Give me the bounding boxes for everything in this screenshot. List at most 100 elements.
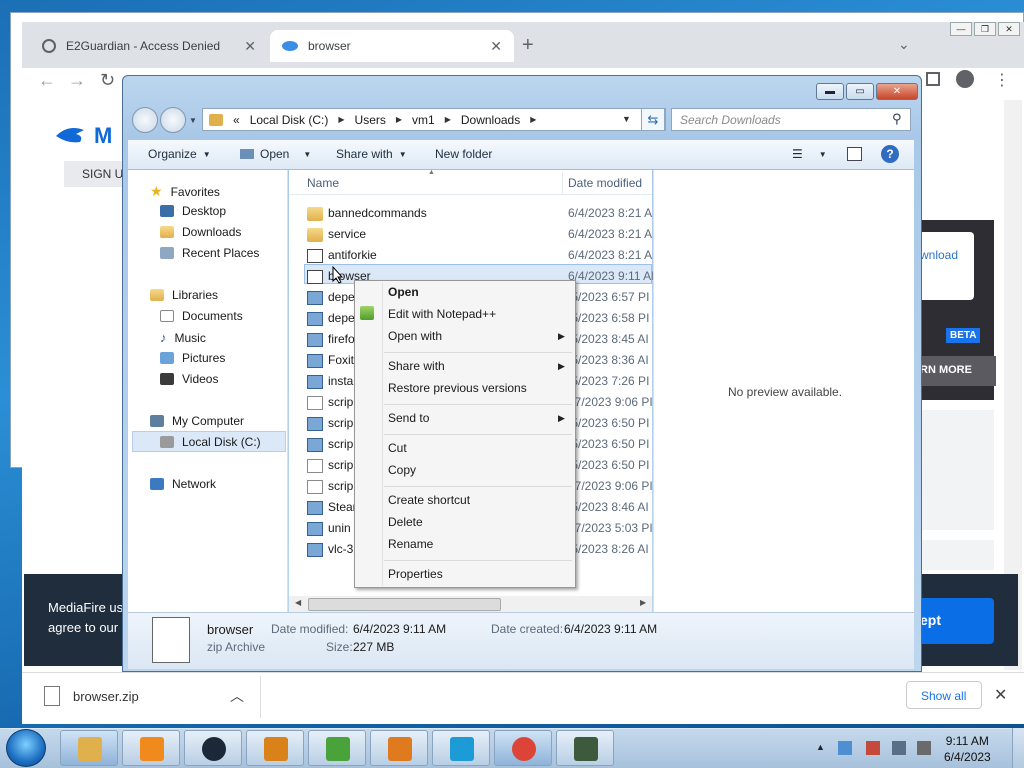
clock[interactable]: 9:11 AM 6/4/2023 [944,733,991,765]
help-icon[interactable]: ? [881,145,899,163]
nav-documents[interactable]: Documents [160,309,243,323]
maximize-icon[interactable]: ▭ [846,83,874,100]
new-folder-button[interactable]: New folder [435,147,492,161]
security-alert-icon[interactable] [866,741,880,755]
file-row-name[interactable]: scrip [328,395,353,409]
file-row-name[interactable]: scrip [328,437,353,451]
menu-item-edit-notepad[interactable]: Edit with Notepad++ [388,307,496,321]
menu-item-send-to[interactable]: Send to [388,411,429,425]
action-center-icon[interactable] [838,741,852,755]
learn-more-button[interactable]: RN MORE [918,356,996,386]
forward-icon[interactable]: → [68,70,86,91]
view-options-button[interactable]: ☰ ▼ [792,147,827,161]
nav-local-disk[interactable]: Local Disk (C:) [160,435,261,449]
download-item[interactable]: browser.zip [73,689,139,704]
breadcrumb-item[interactable]: Downloads ▶ [461,113,537,127]
chevron-right-icon[interactable]: ▶ [530,115,536,124]
tab-access-denied[interactable]: E2Guardian - Access Denied ✕ [30,30,268,62]
file-row-name[interactable]: insta [328,374,353,388]
file-row-name[interactable]: Foxit [328,353,354,367]
chevron-down-icon[interactable]: ▼ [622,114,631,124]
new-tab-button[interactable]: + [522,34,534,57]
recent-pages-icon[interactable]: ▼ [189,116,197,125]
share-with-button[interactable]: Share with ▼ [336,147,407,161]
menu-item-cut[interactable]: Cut [388,441,407,455]
scroll-right-icon[interactable]: ▶ [640,598,646,607]
sidebar-icon[interactable] [926,72,940,86]
column-name[interactable]: Name [307,176,339,190]
nav-recent-places[interactable]: Recent Places [160,246,259,260]
accept-button[interactable]: ept [918,598,994,644]
close-icon[interactable]: ✕ [998,22,1020,36]
menu-item-rename[interactable]: Rename [388,537,433,551]
file-row-name[interactable]: depe [328,290,355,304]
volume-icon[interactable] [917,741,931,755]
nav-music[interactable]: ♪ Music [160,330,206,345]
minimize-icon[interactable]: ▬ [816,83,844,100]
show-all-button[interactable]: Show all [906,681,982,709]
menu-item-share-with[interactable]: Share with [388,359,445,373]
chevron-right-icon[interactable]: ▶ [338,115,344,124]
preview-pane-icon[interactable] [847,147,862,161]
breadcrumb-item[interactable]: vm1 ▶ [412,113,451,127]
taskbar-steam-button[interactable] [184,730,242,766]
organize-button[interactable]: Organize ▼ [148,147,211,161]
scrollbar-thumb[interactable] [308,598,501,611]
taskbar-chrome-button[interactable] [494,730,552,766]
chevron-right-icon[interactable]: ▶ [396,115,402,124]
column-date-modified[interactable]: Date modified [568,176,642,190]
breadcrumb-prefix[interactable]: « [233,113,240,127]
back-icon[interactable]: ← [38,70,56,91]
show-desktop-button[interactable] [1012,728,1024,768]
menu-item-open-with[interactable]: Open with [388,329,442,343]
search-icon[interactable]: ⚲ [892,111,902,127]
nav-videos[interactable]: Videos [160,372,218,386]
file-row-name[interactable]: scrip [328,458,353,472]
taskbar-monitor-button[interactable] [556,730,614,766]
forward-button[interactable] [160,107,186,133]
file-row-name[interactable]: firefo [328,332,355,346]
file-row-name[interactable]: Stear [328,500,357,514]
taskbar-explorer-button[interactable] [60,730,118,766]
file-row-name[interactable]: scrip [328,416,353,430]
start-button[interactable] [6,729,46,767]
taskbar-media-button[interactable] [370,730,428,766]
refresh-icon[interactable]: ⇆ [641,108,665,131]
menu-item-delete[interactable]: Delete [388,515,423,529]
taskbar-notepad++-button[interactable] [308,730,366,766]
file-row-name[interactable]: scrip [328,479,353,493]
breadcrumb-item[interactable]: Users ▶ [355,113,403,127]
nav-downloads[interactable]: Downloads [160,225,241,239]
taskbar-search-button[interactable] [246,730,304,766]
file-row-name[interactable]: bannedcommands [328,206,427,220]
open-button[interactable]: Open ▼ [240,147,311,161]
menu-item-create-shortcut[interactable]: Create shortcut [388,493,470,507]
file-row-name[interactable]: service [328,227,366,241]
menu-icon[interactable]: ⋮ [994,70,1010,90]
nav-desktop[interactable]: Desktop [160,204,226,218]
close-icon[interactable]: ✕ [244,38,256,55]
nav-pictures[interactable]: Pictures [160,351,225,365]
network-tray-icon[interactable] [892,741,906,755]
scroll-left-icon[interactable]: ◀ [295,598,301,607]
taskbar-vlc-button[interactable] [122,730,180,766]
close-icon[interactable]: ✕ [490,38,502,55]
nav-libraries[interactable]: Libraries [150,288,218,302]
address-bar[interactable]: « Local Disk (C:) ▶ Users ▶ vm1 ▶ Downloads… [202,108,666,131]
search-input[interactable]: Search Downloads [671,108,911,131]
signup-button[interactable]: SIGN U [64,161,124,187]
menu-item-open[interactable]: Open [388,285,419,299]
taskbar-thunder-button[interactable] [432,730,490,766]
reload-icon[interactable]: ↻ [100,70,115,91]
file-row-name[interactable]: depe [328,311,355,325]
file-row-name[interactable]: vlc-3 [328,542,353,556]
chevron-right-icon[interactable]: ▶ [445,115,451,124]
menu-item-restore-versions[interactable]: Restore previous versions [388,381,527,395]
column-divider[interactable] [562,172,563,194]
file-row-name[interactable]: unin [328,521,351,535]
maximize-icon[interactable]: ❐ [974,22,996,36]
menu-item-copy[interactable]: Copy [388,463,416,477]
menu-item-properties[interactable]: Properties [388,567,443,581]
minimize-icon[interactable]: — [950,22,972,36]
nav-my-computer[interactable]: My Computer [150,414,244,428]
